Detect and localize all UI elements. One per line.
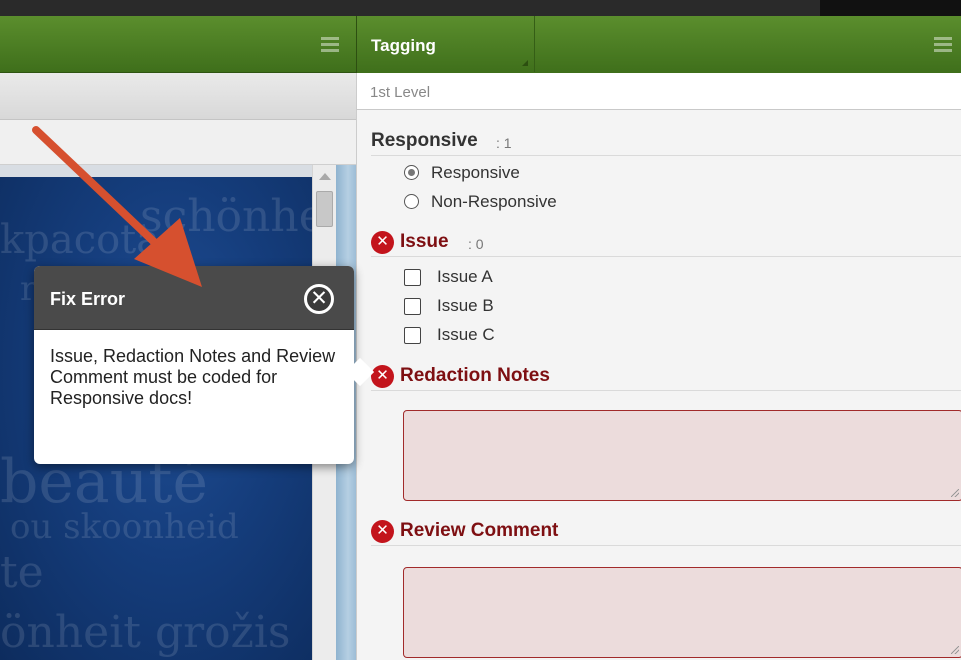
viewer-header: [0, 16, 356, 73]
field-redaction-notes-title: Redaction Notes: [400, 365, 550, 386]
redaction-notes-textarea[interactable]: [403, 410, 961, 501]
checkbox-label: Issue B: [437, 296, 494, 315]
resize-grip-icon[interactable]: [951, 489, 959, 497]
field-issue-title: Issue: [400, 231, 449, 252]
checkbox-icon[interactable]: [404, 269, 421, 286]
radio-label: Responsive: [431, 163, 520, 182]
checkbox-label: Issue A: [437, 267, 493, 286]
tab-tagging[interactable]: Tagging: [357, 16, 535, 72]
checkbox-icon[interactable]: [404, 298, 421, 315]
level-selector[interactable]: 1st Level: [356, 73, 961, 110]
fix-error-popup: Fix Error ✕ Issue, Redaction Notes and R…: [34, 266, 375, 464]
viewer-toolbar: [0, 73, 356, 120]
tagging-title: Tagging: [371, 36, 436, 55]
tagging-header: Tagging: [356, 16, 961, 73]
viewer-menu-icon[interactable]: [321, 37, 339, 53]
checkbox-icon[interactable]: [404, 327, 421, 344]
close-icon[interactable]: ✕: [304, 284, 334, 314]
error-icon: ✕: [371, 520, 394, 543]
radio-selected-icon[interactable]: [404, 165, 419, 180]
tab-corner-icon: [522, 60, 528, 66]
field-issue-count: : 0: [468, 236, 484, 252]
error-icon: ✕: [371, 365, 394, 388]
field-review-comment-title: Review Comment: [400, 520, 559, 541]
popup-title: Fix Error: [50, 289, 126, 309]
tagging-menu-icon[interactable]: [934, 37, 952, 53]
popup-message: Issue, Redaction Notes and Review Commen…: [50, 346, 336, 408]
scroll-thumb[interactable]: [316, 191, 333, 227]
viewer-subtoolbar: [0, 120, 356, 165]
field-issue-header: ✕ Issue : 0 ▾: [371, 231, 961, 257]
field-review-comment-header: ✕ Review Comment: [371, 520, 961, 546]
field-responsive-title: Responsive: [371, 130, 478, 151]
field-responsive-header: Responsive : 1 ▾: [371, 130, 961, 156]
radio-label: Non-Responsive: [431, 192, 557, 211]
resize-grip-icon[interactable]: [951, 646, 959, 654]
field-responsive-count: : 1: [496, 135, 512, 151]
top-window-strip: [0, 0, 961, 16]
checkbox-label: Issue C: [437, 325, 495, 344]
review-comment-textarea[interactable]: [403, 567, 961, 658]
tagging-form: Responsive : 1 ▾ Responsive Non-Responsi…: [356, 110, 961, 660]
error-icon: ✕: [371, 231, 394, 254]
popup-header: Fix Error ✕: [34, 266, 354, 330]
radio-unselected-icon[interactable]: [404, 194, 419, 209]
field-redaction-notes-header: ✕ Redaction Notes: [371, 365, 961, 391]
scroll-up-icon[interactable]: [319, 173, 331, 180]
level-label: 1st Level: [370, 84, 431, 101]
